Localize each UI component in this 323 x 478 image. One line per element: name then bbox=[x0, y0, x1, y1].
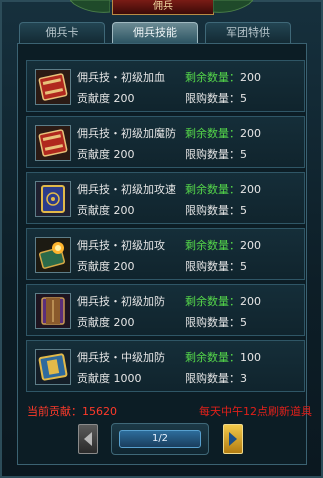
chevron-left-icon bbox=[84, 432, 92, 446]
tab-legion-supply[interactable]: 军团特供 bbox=[205, 22, 291, 43]
red-skill-book-icon[interactable] bbox=[35, 69, 71, 105]
blue-gold-skill-book-icon[interactable] bbox=[35, 181, 71, 217]
contribution-cost: 贡献度 200 bbox=[77, 204, 135, 217]
item-name: 佣兵技・初级加血 bbox=[77, 71, 165, 84]
contribution-cost: 贡献度 1000 bbox=[77, 372, 142, 385]
contribution-cost: 贡献度 200 bbox=[77, 260, 135, 273]
purchase-limit: 限购数量：5 bbox=[185, 92, 247, 105]
next-page-button[interactable] bbox=[223, 424, 243, 454]
item-name: 佣兵技・初级加魔防 bbox=[77, 127, 176, 140]
refresh-notice: 每天中午12点刷新道具 bbox=[199, 405, 312, 418]
remaining-quantity: 剩余数量：200 bbox=[185, 239, 261, 252]
contribution-cost: 贡献度 200 bbox=[77, 148, 135, 161]
item-row[interactable]: 佣兵技・初级加魔防 剩余数量：200 贡献度 200 限购数量：5 bbox=[26, 116, 305, 168]
page-indicator: 1/2 bbox=[119, 430, 201, 448]
title-ornament-left bbox=[70, 0, 110, 14]
remaining-quantity: 剩余数量：200 bbox=[185, 183, 261, 196]
purple-skill-book-icon[interactable] bbox=[35, 293, 71, 329]
item-name: 佣兵技・初级加攻 bbox=[77, 239, 165, 252]
remaining-quantity: 剩余数量：100 bbox=[185, 351, 261, 364]
item-name: 佣兵技・初级加攻速 bbox=[77, 183, 176, 196]
previous-page-button[interactable] bbox=[78, 424, 98, 454]
tab-mercenary-card[interactable]: 佣兵卡 bbox=[19, 22, 105, 43]
tab-mercenary-skill[interactable]: 佣兵技能 bbox=[112, 22, 198, 43]
item-row[interactable]: 佣兵技・初级加血 剩余数量：200 贡献度 200 限购数量：5 bbox=[26, 60, 305, 112]
blue-skill-book-icon[interactable] bbox=[35, 349, 71, 385]
title-ornament-right bbox=[213, 0, 253, 14]
contribution-cost: 贡献度 200 bbox=[77, 92, 135, 105]
item-row[interactable]: 佣兵技・初级加攻速 剩余数量：200 贡献度 200 限购数量：5 bbox=[26, 172, 305, 224]
purchase-limit: 限购数量：3 bbox=[185, 372, 247, 385]
item-name: 佣兵技・初级加防 bbox=[77, 295, 165, 308]
red-skill-book-icon[interactable] bbox=[35, 125, 71, 161]
remaining-quantity: 剩余数量：200 bbox=[185, 71, 261, 84]
fire-skill-book-icon[interactable] bbox=[35, 237, 71, 273]
purchase-limit: 限购数量：5 bbox=[185, 204, 247, 217]
item-row[interactable]: 佣兵技・初级加防 剩余数量：200 贡献度 200 限购数量：5 bbox=[26, 284, 305, 336]
chevron-right-icon bbox=[229, 432, 237, 446]
item-name: 佣兵技・中级加防 bbox=[77, 351, 165, 364]
remaining-quantity: 剩余数量：200 bbox=[185, 127, 261, 140]
current-contribution: 当前贡献：15620 bbox=[27, 405, 117, 418]
purchase-limit: 限购数量：5 bbox=[185, 316, 247, 329]
item-row[interactable]: 佣兵技・中级加防 剩余数量：100 贡献度 1000 限购数量：3 bbox=[26, 340, 305, 392]
contribution-cost: 贡献度 200 bbox=[77, 316, 135, 329]
purchase-limit: 限购数量：5 bbox=[185, 260, 247, 273]
item-row[interactable]: 佣兵技・初级加攻 剩余数量：200 贡献度 200 限购数量：5 bbox=[26, 228, 305, 280]
remaining-quantity: 剩余数量：200 bbox=[185, 295, 261, 308]
purchase-limit: 限购数量：5 bbox=[185, 148, 247, 161]
window-title: 佣兵 bbox=[112, 0, 214, 15]
